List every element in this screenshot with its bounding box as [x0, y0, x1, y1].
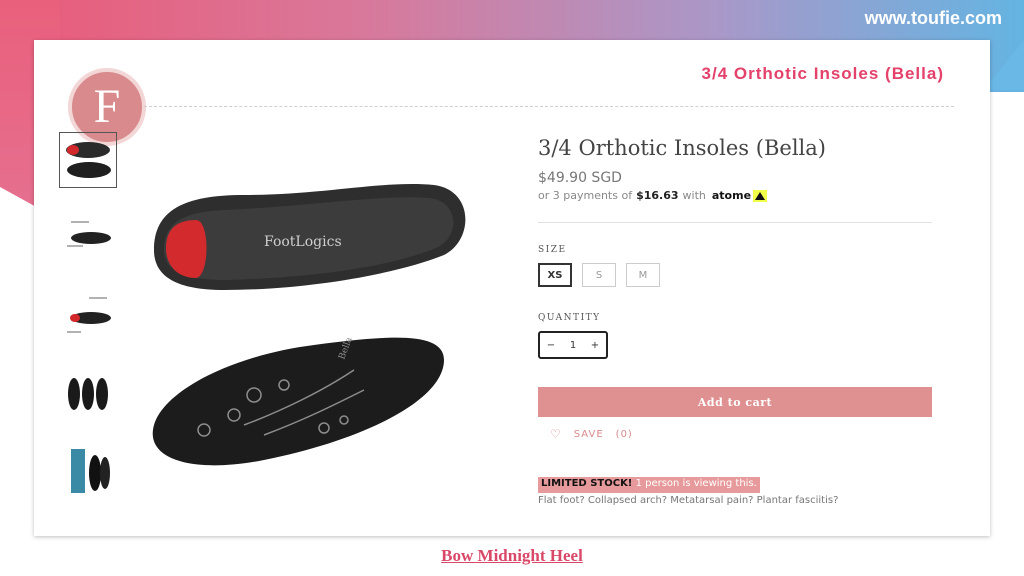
- quantity-input[interactable]: 1: [562, 340, 584, 351]
- save-button[interactable]: ♡ SAVE (0): [550, 427, 932, 441]
- product-title: 3/4 Orthotic Insoles (Bella): [538, 136, 826, 160]
- bow-midnight-heel-link[interactable]: Bow Midnight Heel: [0, 546, 1024, 566]
- quantity-decrement-button[interactable]: −: [540, 340, 562, 351]
- installment-info: or 3 payments of $16.63 with atome: [538, 189, 932, 202]
- product-details: 3/4 Orthotic Insoles (Bella) $49.90 SGD …: [538, 120, 932, 506]
- size-label: SIZE: [538, 245, 567, 255]
- thumbnail-3[interactable]: [59, 288, 117, 344]
- save-label: SAVE: [573, 428, 604, 440]
- quantity-increment-button[interactable]: +: [584, 340, 606, 351]
- add-to-cart-button[interactable]: Add to cart: [538, 387, 932, 417]
- limited-stock-banner: LIMITED STOCK! 1 person is viewing this.: [538, 477, 760, 493]
- limited-stock-label: LIMITED STOCK!: [541, 478, 633, 489]
- details-divider: [538, 222, 932, 223]
- save-count: (0): [615, 428, 633, 440]
- quantity-stepper: − 1 +: [538, 331, 608, 359]
- thumbnail-5[interactable]: [59, 444, 117, 500]
- product-price: $49.90 SGD: [538, 170, 622, 186]
- installment-prefix: or 3 payments of: [538, 189, 633, 202]
- product-page-screenshot: FootLogics Bella 3/4 Orthotic Insoles (B…: [54, 120, 960, 520]
- thumbnail-2[interactable]: [59, 210, 117, 266]
- symptoms-text: Flat foot? Collapsed arch? Metatarsal pa…: [538, 495, 839, 506]
- thumbnail-4[interactable]: [59, 366, 117, 422]
- size-option-m[interactable]: M: [626, 263, 660, 287]
- slide-title: 3/4 Orthotic Insoles (Bella): [701, 64, 944, 83]
- installment-suffix: with: [682, 189, 706, 202]
- thumbnail-1[interactable]: [59, 132, 117, 188]
- svg-text:FootLogics: FootLogics: [264, 234, 342, 250]
- thumbnail-list: [59, 132, 117, 522]
- title-divider: [144, 106, 954, 107]
- slide-card: F 3/4 Orthotic Insoles (Bella) FootLogic…: [34, 40, 990, 536]
- heart-icon: ♡: [550, 427, 562, 441]
- product-main-image[interactable]: FootLogics Bella: [144, 140, 474, 520]
- size-option-xs[interactable]: XS: [538, 263, 572, 287]
- atome-logo[interactable]: atome: [711, 189, 768, 202]
- quantity-label: QUANTITY: [538, 313, 601, 323]
- installment-amount: $16.63: [636, 189, 679, 202]
- atome-icon: [753, 189, 768, 202]
- viewing-count: 1 person is viewing this.: [635, 478, 757, 489]
- size-option-s[interactable]: S: [582, 263, 616, 287]
- site-url[interactable]: www.toufie.com: [865, 8, 1002, 29]
- atome-logo-text: atome: [711, 189, 752, 202]
- size-selector: XS S M: [538, 263, 932, 287]
